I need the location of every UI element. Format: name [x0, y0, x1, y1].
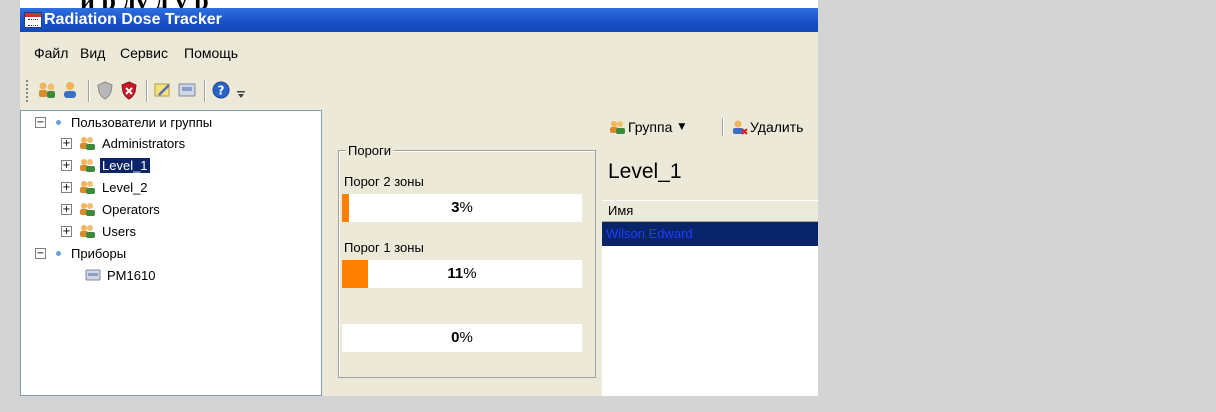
users-group-icon — [80, 203, 95, 216]
expand-icon[interactable]: + — [61, 181, 72, 193]
tree-node-label: Administrators — [102, 135, 186, 151]
thresholds-panel: Пороги Порог 2 зоны 3% Порог 1 зоны 11% … — [322, 110, 602, 396]
expand-icon[interactable]: + — [61, 159, 72, 171]
expand-icon[interactable]: + — [61, 225, 72, 237]
zone0-percent: 0% — [451, 329, 473, 346]
menu-help[interactable]: Помощь — [184, 45, 238, 61]
tree-node-label: Level_1 — [100, 157, 150, 173]
column-header-name[interactable]: Имя — [602, 200, 818, 222]
toolbar-grip[interactable] — [26, 80, 31, 102]
help-icon[interactable]: ? — [210, 79, 232, 101]
add-user-group-icon[interactable] — [36, 79, 58, 101]
node-dot-icon — [56, 119, 61, 125]
tree-node-label: Users — [102, 223, 136, 239]
group-title: Level_1 — [608, 160, 682, 183]
calendar-app-icon — [24, 12, 42, 28]
tree-node-label: PM1610 — [107, 267, 156, 283]
toolbar-separator — [88, 80, 90, 102]
list-item-selected[interactable]: Wilson Edward — [602, 222, 818, 246]
window-title: Radiation Dose Tracker — [44, 11, 222, 28]
delete-user-icon — [733, 120, 748, 135]
device-icon[interactable] — [176, 79, 198, 101]
users-tree[interactable]: − Пользователи и группы + Administrators… — [20, 110, 322, 396]
dropdown-arrow-icon: ▼ — [678, 122, 686, 132]
tree-node-group[interactable]: + Administrators — [61, 133, 187, 153]
edit-icon[interactable] — [152, 79, 174, 101]
tree-node-group-selected[interactable]: + Level_1 — [61, 155, 150, 175]
collapse-icon[interactable]: − — [35, 247, 46, 259]
menu-bar: Файл Вид Сервис Помощь — [20, 32, 818, 72]
tree-node-label: Пользователи и группы — [71, 114, 213, 130]
expand-icon[interactable]: + — [61, 203, 72, 215]
menu-view[interactable]: Вид — [80, 45, 105, 61]
tree-node-device[interactable]: PM1610 — [85, 265, 157, 285]
tree-node-label: Приборы — [71, 245, 127, 261]
tree-node-devices-root[interactable]: − Приборы — [35, 243, 128, 263]
add-user-icon[interactable] — [60, 79, 82, 101]
users-group-icon — [80, 137, 95, 150]
device-icon — [85, 269, 101, 281]
menu-file[interactable]: Файл — [34, 45, 68, 61]
title-bar[interactable]: Radiation Dose Tracker — [20, 8, 818, 32]
tree-node-label: Operators — [102, 201, 160, 217]
overflow-chevron-icon[interactable] — [234, 84, 248, 104]
zone1-percent: 11% — [447, 265, 477, 282]
shield-delete-icon[interactable] — [118, 79, 140, 101]
group-dropdown-button[interactable]: Группа ▼ — [608, 116, 685, 138]
users-group-icon — [610, 121, 625, 134]
group-details-panel: Группа ▼ Удалить Level_1 Имя Wilson Edwa… — [602, 110, 818, 396]
background-area — [0, 396, 1216, 412]
thresholds-legend: Пороги — [346, 143, 394, 158]
delete-button-label: Удалить — [750, 119, 804, 135]
members-list[interactable]: Имя Wilson Edward — [602, 200, 818, 396]
toolbar-separator — [722, 118, 724, 136]
users-group-icon — [80, 159, 95, 172]
tree-node-group[interactable]: + Level_2 — [61, 177, 150, 197]
tree-node-group[interactable]: + Operators — [61, 199, 162, 219]
zone1-label: Порог 1 зоны — [344, 240, 424, 255]
tree-node-group[interactable]: + Users — [61, 221, 138, 241]
collapse-icon[interactable]: − — [35, 116, 46, 128]
toolbar: ? — [20, 72, 818, 110]
background-area — [0, 0, 20, 412]
group-button-label: Группа — [628, 119, 673, 135]
menu-service[interactable]: Сервис — [120, 45, 168, 61]
toolbar-separator — [146, 80, 148, 102]
background-area — [818, 0, 1216, 412]
zone2-percent: 3% — [451, 199, 473, 216]
delete-button[interactable]: Удалить — [730, 116, 803, 138]
zone2-progress-bar: 3% — [342, 194, 582, 222]
svg-text:?: ? — [218, 84, 225, 98]
zone1-progress-bar: 11% — [342, 260, 582, 288]
users-group-icon — [80, 181, 95, 194]
tree-node-users-root[interactable]: − Пользователи и группы — [35, 112, 214, 132]
toolbar-separator — [204, 80, 206, 102]
users-group-icon — [80, 225, 95, 238]
node-dot-icon — [56, 250, 61, 256]
expand-icon[interactable]: + — [61, 137, 72, 149]
zone0-progress-bar: 0% — [342, 324, 582, 352]
tree-node-label: Level_2 — [102, 179, 148, 195]
shield-icon[interactable] — [94, 79, 116, 101]
app-window: Radiation Dose Tracker Файл Вид Сервис П… — [20, 8, 818, 396]
zone2-label: Порог 2 зоны — [344, 174, 424, 189]
